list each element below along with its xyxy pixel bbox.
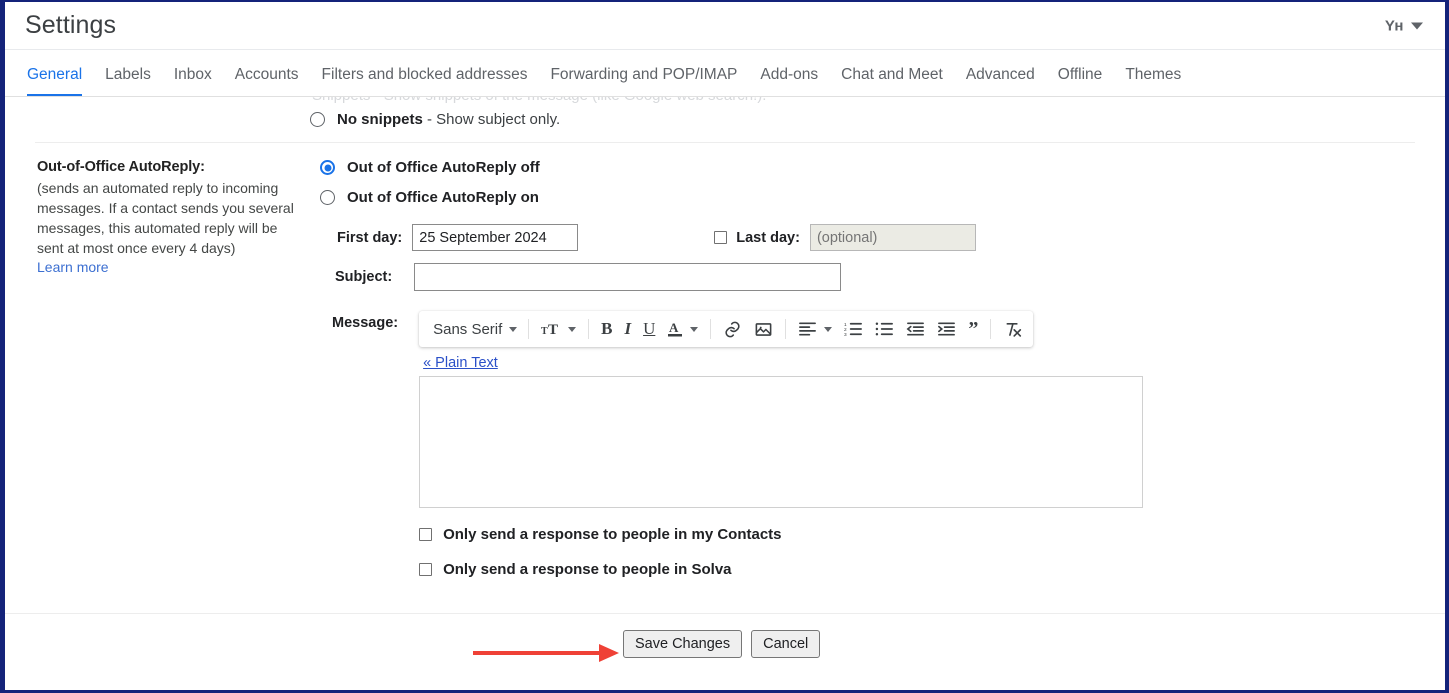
subject-label: Subject: [335,269,393,285]
message-label: Message: [332,315,399,331]
align-icon[interactable] [793,315,837,343]
toolbar-divider [990,319,992,339]
autoreply-on-option[interactable]: Out of Office AutoReply on [320,189,1413,206]
font-family-value: Sans Serif [433,320,503,338]
editor-toolbar: Sans Serif T T B I U A 1 2 3 ” [419,311,1034,347]
autoreply-section: Out-of-Office AutoReply: (sends an autom… [5,143,1445,590]
insert-image-icon[interactable] [749,315,778,343]
first-day-input[interactable] [412,224,579,251]
tab-forwarding-and-pop-imap[interactable]: Forwarding and POP/IMAP [550,66,737,96]
italic-icon[interactable]: I [619,315,636,343]
message-row: Message: Sans Serif T T B I U A 1 2 3 ” … [320,307,1413,578]
save-changes-button[interactable]: Save Changes [623,630,743,658]
toolbar-divider [710,319,712,339]
no-snippets-option[interactable]: No snippets - Show subject only. [310,111,560,128]
subject-row: Subject: [320,263,1413,291]
autoreply-label-column: Out-of-Office AutoReply: (sends an autom… [37,159,320,590]
toolbar-divider [785,319,787,339]
last-day-input[interactable] [809,224,976,251]
domain-only-label: Only send a response to people in Solva [443,561,732,578]
tab-general[interactable]: General [27,66,83,96]
font-size-glyph: T T [541,322,558,337]
svg-text:3: 3 [844,332,847,337]
app-header: Settings Yн [5,2,1445,50]
autoreply-field-column: Out of Office AutoReply off Out of Offic… [320,159,1413,590]
autoreply-off-label: Out of Office AutoReply off [347,159,540,176]
settings-tabs: General Labels Inbox Accounts Filters an… [5,50,1445,97]
bulleted-list-icon[interactable] [870,315,899,343]
svg-text:2: 2 [844,327,847,333]
text-color-glyph: A [668,320,683,337]
avatar: Yн [1384,17,1404,34]
settings-window: Settings Yн General Labels Inbox Account… [0,0,1449,693]
bold-icon[interactable]: B [596,315,617,343]
settings-content: Snippets - Show snippets of the message … [5,97,1445,690]
subject-input[interactable] [414,263,842,291]
svg-text:T: T [548,322,558,337]
text-color-icon[interactable]: A [662,315,703,343]
radio-no-snippets[interactable] [310,112,325,127]
svg-text:A: A [669,320,679,335]
tab-filters-and-blocked-addresses[interactable]: Filters and blocked addresses [322,66,528,96]
contacts-only-option[interactable]: Only send a response to people in my Con… [419,526,1143,543]
page-title: Settings [25,11,117,39]
cancel-button[interactable]: Cancel [751,630,821,658]
settings-footer: Save Changes Cancel [5,613,1445,662]
autoreply-section-title: Out-of-Office AutoReply: [37,159,205,175]
snippets-clipped-text: Snippets - Show snippets of the message … [312,97,766,104]
first-day-label: First day: [337,229,403,246]
font-family-selector[interactable]: Sans Serif [425,315,521,343]
plain-text-link[interactable]: « Plain Text [423,355,498,371]
contacts-only-checkbox[interactable] [419,528,433,541]
tab-offline[interactable]: Offline [1058,66,1103,96]
toolbar-divider [528,319,530,339]
domain-only-option[interactable]: Only send a response to people in Solva [419,561,1143,578]
radio-autoreply-off[interactable] [320,160,335,175]
decrease-indent-icon[interactable] [901,315,930,343]
quote-glyph: ” [968,318,979,340]
svg-text:T: T [541,326,548,337]
tab-themes[interactable]: Themes [1125,66,1181,96]
tab-inbox[interactable]: Inbox [174,66,212,96]
footer-buttons: Save Changes Cancel [5,630,1445,658]
domain-only-checkbox[interactable] [419,563,433,576]
tab-advanced[interactable]: Advanced [966,66,1035,96]
underline-icon[interactable]: U [638,315,660,343]
account-menu[interactable]: Yн [1385,17,1423,34]
tab-add-ons[interactable]: Add-ons [760,66,818,96]
last-day-label: Last day: [736,229,800,246]
day-range-row: First day: Last day: [320,224,1413,251]
message-body-input[interactable] [419,376,1144,508]
tab-chat-and-meet[interactable]: Chat and Meet [841,66,943,96]
increase-indent-icon[interactable] [932,315,961,343]
message-editor: Sans Serif T T B I U A 1 2 3 ” « Plain T… [419,311,1144,578]
chevron-down-icon [1411,22,1423,29]
last-day-group: Last day: [714,224,976,251]
autoreply-on-label: Out of Office AutoReply on [347,189,539,206]
no-snippets-description: - Show subject only. [422,111,561,128]
learn-more-link[interactable]: Learn more [37,259,109,275]
insert-link-icon[interactable] [718,315,747,343]
chevron-down-icon [824,326,833,332]
snippets-row: Snippets - Show snippets of the message … [5,97,1445,142]
chevron-down-icon [509,326,518,332]
autoreply-description: (sends an automated reply to incoming me… [37,180,294,256]
tab-labels[interactable]: Labels [105,66,151,96]
remove-formatting-icon[interactable] [998,315,1027,343]
quote-icon[interactable]: ” [963,315,983,343]
radio-autoreply-on[interactable] [320,190,335,205]
numbered-list-icon[interactable]: 1 2 3 [839,315,868,343]
svg-text:1: 1 [844,322,847,328]
font-size-icon[interactable]: T T [536,315,581,343]
autoreply-off-option[interactable]: Out of Office AutoReply off [320,159,1413,176]
toolbar-divider [588,319,590,339]
tab-accounts[interactable]: Accounts [235,66,299,96]
last-day-checkbox[interactable] [714,231,728,244]
chevron-down-icon [690,326,699,332]
no-snippets-label: No snippets [337,111,423,128]
contacts-only-label: Only send a response to people in my Con… [443,526,782,543]
chevron-down-icon [568,326,577,332]
